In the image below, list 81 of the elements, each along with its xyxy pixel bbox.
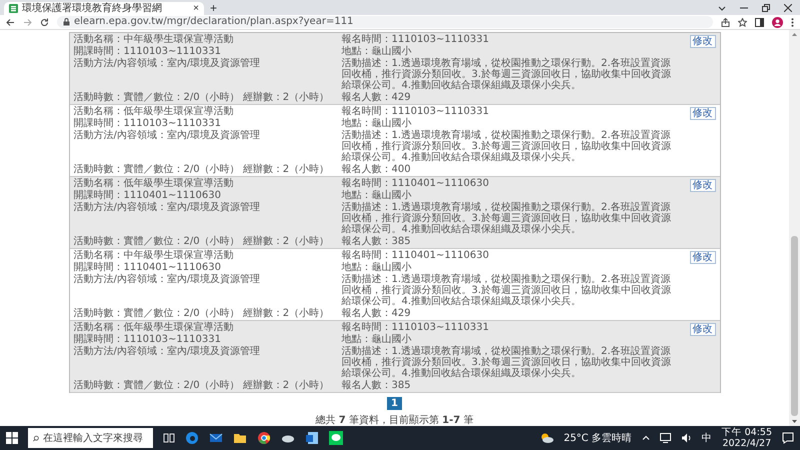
url-text: elearn.epa.gov.tw/mgr/declaration/plan.aspx?year=111 [74,16,354,28]
activity-description: 活動描述：1.透過環境教育場域，從校園推動之環保行動。2.各班設置資源回收桶，推行資源分類回收。3.於每週三資源回收日，協助收集中回收資源給環保公司。4.推動回收結合環保組織及環保小尖兵。 [342,274,672,307]
activity-method: 活動方法/內容領域：室內/環境及資源管理 [74,346,262,357]
activity-method: 活動方法/內容領域：室內/環境及資源管理 [74,202,262,213]
search-icon [33,434,39,442]
address-bar[interactable]: elearn.epa.gov.tw/mgr/declaration/plan.aspx?year=111 [57,16,713,28]
edge-browser-icon[interactable] [185,431,199,445]
windows-logo-icon[interactable] [6,432,18,444]
location-text: 地點：龜山國小 [342,190,412,201]
activity-hours: 活動時數：實體／數位：2/0（小時） 經辦數：2（小時） [74,308,330,319]
scrollbar-thumb[interactable] [791,236,798,416]
folder-icon[interactable] [233,431,247,445]
activity-hours: 活動時數：實體／數位：2/0（小時） 經辦數：2（小時） [74,92,330,103]
enrollment-count: 報名人數：400 [342,164,412,175]
course-period: 開課時間：1110103~1110331 [74,118,222,129]
enrollment-count: 報名人數：429 [342,308,412,319]
activity-method: 活動方法/內容領域：室內/環境及資源管理 [74,274,262,285]
enrollment-count: 報名人數：429 [342,92,412,103]
enrollment-count: 報名人數：385 [342,380,412,391]
location-text: 地點：龜山國小 [342,262,412,273]
lock-icon [63,18,70,26]
close-tab-button[interactable]: × [193,2,199,14]
edit-button[interactable]: 修改 [690,323,716,336]
edit-button[interactable]: 修改 [690,251,716,264]
page-button[interactable]: 1 [387,397,402,410]
activity-name: 活動名稱：低年級學生環保宣導活動 [74,106,234,117]
enrollment-count: 報名人數：385 [342,236,412,247]
activity-name: 活動名稱：低年級學生環保宣導活動 [74,322,234,333]
edit-button[interactable]: 修改 [690,35,716,48]
chevron-up-icon[interactable] [642,434,650,442]
input-method-indicator[interactable]: 中 [702,431,712,445]
activity-method: 活動方法/內容領域：室內/環境及資源管理 [74,58,262,69]
reload-icon[interactable] [40,18,49,26]
avatar-icon[interactable] [772,16,783,28]
course-period: 開課時間：1110103~1110331 [74,46,222,57]
speaker-icon[interactable] [680,433,692,443]
registration-period: 報名時間：1110103~1110331 [342,34,490,45]
course-period: 開課時間：1110401~1110630 [74,262,222,273]
activity-hours: 活動時數：實體／數位：2/0（小時） 經辦數：2（小時） [74,236,330,247]
activity-description: 活動描述：1.透過環境教育場域，從校園推動之環保行動。2.各班設置資源回收桶，推行資源分類回收。3.於每週三資源回收日，協助收集中回收資源給環保公司。4.推動回收結合環保組織及環保小尖兵。 [342,202,672,235]
location-text: 地點：龜山國小 [342,334,412,345]
registration-period: 報名時間：1110103~1110331 [342,322,490,333]
weather-text[interactable]: 25°C 多雲時晴 [564,431,632,445]
edit-button[interactable]: 修改 [690,179,716,192]
location-text: 地點：龜山國小 [342,118,412,129]
activity-description: 活動描述：1.透過環境教育場域，從校園推動之環保行動。2.各班設置資源回收桶，推行資源分類回收。3.於每週三資源回收日，協助收集中回收資源給環保公司。4.推動回收結合環保組織及環保小尖兵。 [342,130,672,163]
activity-description: 活動描述：1.透過環境教育場域，從校園推動之環保行動。2.各班設置資源回收桶，推行資源分類回收。3.於每週三資源回收日，協助收集中回收資源給環保公司。4.推動回收結合環保組織及環保小尖兵。 [342,346,672,379]
activity-name: 活動名稱：中年級學生環保宣導活動 [74,250,234,261]
course-period: 開課時間：1110103~1110331 [74,334,222,345]
tab-title: 環境保護署環境教育終身學習網 [22,2,163,15]
registration-period: 報名時間：1110401~1110630 [342,250,490,261]
share-icon[interactable] [721,18,730,26]
registration-period: 報名時間：1110401~1110630 [342,178,490,189]
registration-period: 報名時間：1110103~1110331 [342,106,490,117]
side-panel-icon[interactable] [755,18,764,26]
activity-description: 活動描述：1.透過環境教育場域，從校園推動之環保行動。2.各班設置資源回收桶，推行資源分類回收。3.於每週三資源回收日，協助收集中回收資源給環保公司。4.推動回收結合環保組織及環保小尖兵。 [342,58,672,91]
close-icon[interactable] [784,4,792,12]
cloudy-weather-icon[interactable] [540,432,554,444]
browser-tab[interactable]: 環境保護署環境教育終身學習網 × [4,2,204,15]
activity-hours: 活動時數：實體／數位：2/0（小時） 經辦數：2（小時） [74,164,330,175]
activity-name: 活動名稱：低年級學生環保宣導活動 [74,178,234,189]
back-arrow-icon[interactable] [6,18,15,26]
activity-method: 活動方法/內容領域：室內/環境及資源管理 [74,130,262,141]
activity-name: 活動名稱：中年級學生環保宣導活動 [74,34,234,45]
course-period: 開課時間：1110401~1110630 [74,190,222,201]
more-options-icon[interactable] [791,18,794,26]
mail-icon[interactable] [209,431,223,445]
star-icon[interactable] [738,18,747,26]
chrome-browser-icon[interactable] [257,431,271,445]
activity-hours: 活動時數：實體／數位：2/0（小時） 經辦數：2（小時） [74,380,330,391]
restore-icon[interactable] [762,4,770,12]
taskbar-clock[interactable]: 下午 04:55 2022/4/27 [722,427,772,449]
word-document-icon[interactable] [305,431,319,445]
edit-button[interactable]: 修改 [690,107,716,120]
notification-icon[interactable] [782,432,794,444]
task-view-icon[interactable] [163,432,175,444]
location-text: 地點：龜山國小 [342,46,412,57]
leaf-icon [9,4,18,13]
chevron-down-icon[interactable] [718,4,726,12]
pagination-summary: 總共 7 筆資料，目前顯示第 1-7 筆 [316,414,474,427]
new-tab-button[interactable]: + [204,2,224,15]
